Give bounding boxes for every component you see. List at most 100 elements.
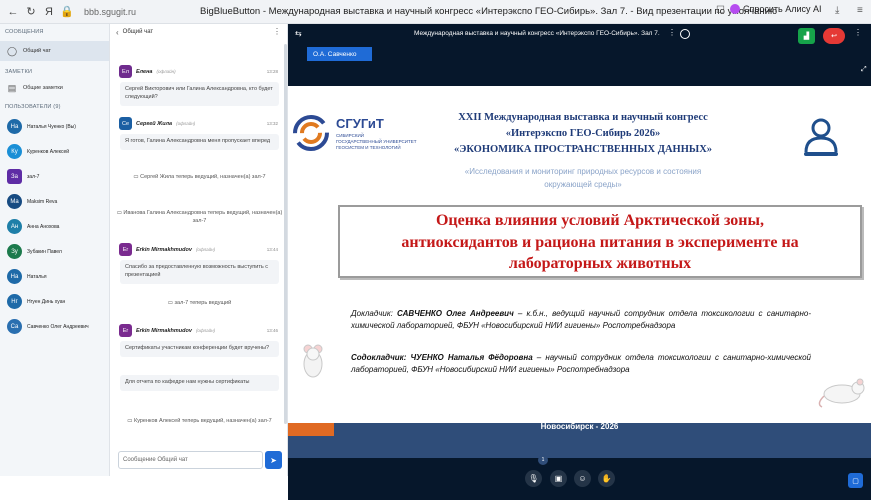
yandex-icon[interactable]: Я [40, 6, 58, 18]
message-time: 13:44 [266, 247, 278, 252]
notes-icon: ▤ [7, 82, 17, 93]
avatar: Ку [7, 144, 22, 159]
avatar: Ел [119, 65, 132, 78]
browser-toolbar: ← ↻ Я 🔒 bbb.sgugit.ru BigBlueButton - Ме… [0, 0, 871, 24]
user-name: Зубакин Павел [27, 248, 62, 255]
user-name: зал-7 [27, 173, 40, 180]
user-item[interactable]: На Наталья [0, 264, 109, 289]
user-item[interactable]: За зал-7 [0, 164, 109, 189]
sender-name: Сергей Жила [136, 120, 173, 127]
chat-message-input[interactable]: Сообщение Общий чат [118, 451, 263, 469]
raise-hand-button[interactable]: ✋ [598, 470, 615, 487]
chat-message-header: Er Erkin Mirmakhmudov (офлайн) 13:46 [119, 324, 284, 337]
chat-message: Сертификаты участникам конференции будет… [120, 341, 279, 357]
avatar: Се [119, 117, 132, 130]
message-time: 13:28 [266, 69, 278, 74]
sidebar-item-public-chat[interactable]: ◯ Общий чат [0, 41, 109, 61]
avatar: Зу [7, 244, 22, 259]
refresh-icon[interactable]: ↻ [22, 5, 40, 18]
menu-icon[interactable]: ≡ [857, 5, 863, 16]
more-options-icon[interactable]: ⋮ [668, 28, 676, 37]
action-bar: 1 🎙 ▣ ☺ ✋ ▢ [288, 455, 871, 500]
avatar: За [7, 169, 22, 184]
scrollbar[interactable] [284, 44, 287, 424]
person-icon [804, 118, 838, 156]
avatar: Ан [7, 219, 22, 234]
user-name: Куренков Алексей [27, 148, 70, 155]
offline-status: (офлайн) [195, 247, 216, 252]
recording-icon[interactable] [680, 29, 690, 39]
university-sub: ГОСУДАРСТВЕННЫЙ УНИВЕРСИТЕТ [336, 139, 417, 144]
avatar: Нг [7, 294, 22, 309]
user-name: Наталья Чуенко (Вы) [27, 123, 76, 130]
chat-message-header: Er Erkin Mirmakhmudov (офлайн) 13:44 [119, 243, 284, 256]
alisa-button[interactable]: Спросить Алису AI [730, 4, 822, 14]
user-item[interactable]: Зу Зубакин Павел [0, 239, 109, 264]
meeting-title: Международная выставка и научный конгрес… [414, 30, 660, 37]
send-button[interactable]: ➤ [265, 451, 282, 469]
chevron-left-icon[interactable]: ‹ [116, 28, 119, 37]
coauthor-info: Содокладчик: ЧУЕНКО Наталья Фёдоровна – … [351, 353, 811, 375]
bookmark-icon[interactable]: ☐ [716, 5, 725, 16]
monitor-icon: ▭ [127, 418, 134, 424]
university-sub: ГЕОСИСТЕМ И ТЕХНОЛОГИЙ [336, 145, 401, 150]
offline-status: (офлайн) [176, 121, 196, 126]
camera-button[interactable]: ▣ [550, 470, 567, 487]
chat-message-header: Ел Елена (офлайн) 13:28 [119, 65, 284, 78]
lab-mouse-icon [303, 344, 323, 378]
more-options-icon[interactable]: ⋮ [273, 27, 281, 36]
sidebar-item-label: Общие заметки [23, 85, 63, 91]
system-message: ▭ зал-7 теперь ведущий [167, 300, 232, 306]
address-bar[interactable]: bbb.sgugit.ru [84, 7, 136, 17]
avatar: Er [119, 324, 132, 337]
slide-number: 1 [538, 455, 548, 465]
avatar: Er [119, 243, 132, 256]
camera-icon: ▣ [554, 474, 563, 483]
avatar: На [7, 119, 22, 134]
lab-mouse-icon [818, 378, 865, 408]
system-message: ▭ Иванова Галина Александровна теперь ве… [116, 210, 283, 224]
back-icon[interactable]: ← [4, 6, 22, 18]
chat-toggle-button[interactable]: ▢ [848, 473, 863, 488]
user-name: Савченко Олег Андреевич [27, 323, 89, 330]
connection-status-icon[interactable]: ▟ [798, 28, 815, 44]
user-item[interactable]: Ан Анна Анохова [0, 214, 109, 239]
sender-name: Елена [136, 68, 153, 75]
system-message: ▭ Куренков Алексей теперь ведущий, назна… [127, 418, 272, 424]
user-name: Анна Анохова [27, 223, 60, 230]
send-icon: ➤ [270, 455, 277, 465]
user-item[interactable]: Нг Нгуен Динь хуан [0, 289, 109, 314]
reactions-button[interactable]: ☺ [574, 470, 591, 487]
university-sub: СИБИРСКИЙ [336, 133, 364, 138]
avatar: Са [7, 319, 22, 334]
conference-heading: XXII Международная выставка и научный ко… [458, 112, 708, 123]
window-title: BigBlueButton - Международная выставка и… [200, 6, 778, 17]
speaker-info: Докладчик: САВЧЕНКО Олег Андреевич – к.б… [351, 309, 811, 331]
chat-title: Общий чат [122, 29, 154, 35]
fullscreen-icon[interactable]: ⤢ [861, 66, 867, 74]
presenter-badge: О.А. Савченко [307, 47, 372, 61]
message-time: 13:32 [266, 121, 278, 126]
sender-name: Erkin Mirmakhmudov [136, 327, 192, 334]
sidebar-item-shared-notes[interactable]: ▤ Общие заметки [0, 78, 109, 98]
notes-section-title: ЗАМЕТКИ [5, 69, 33, 75]
user-name: Наталья [27, 273, 47, 280]
user-item[interactable]: Ку Куренков Алексей [0, 139, 109, 164]
toggle-sidebar-icon[interactable]: ⇆ [295, 29, 302, 38]
leave-button[interactable]: ↩ [823, 28, 845, 44]
user-item[interactable]: Ma Maksim Reva [0, 189, 109, 214]
presentation-stage: ⇆ Международная выставка и научный конгр… [288, 24, 871, 500]
slide-footer-text: Новосибирск - 2026 [540, 422, 619, 431]
options-menu-icon[interactable]: ⋮ [854, 28, 862, 37]
user-item[interactable]: Са Савченко Олег Андреевич [0, 314, 109, 339]
chat-message-header: Се Сергей Жила (офлайн) 13:32 [119, 117, 284, 130]
download-icon[interactable]: ⤓ [835, 5, 839, 16]
university-name: СГУГиТ [336, 116, 384, 131]
user-list: На Наталья Чуенко (Вы) Ку Куренков Алексей… [0, 114, 109, 339]
alisa-icon [730, 4, 740, 14]
chat-header: ‹ Общий чат [110, 24, 287, 40]
section-subtitle: «Исследования и мониторинг природных рес… [464, 167, 702, 176]
user-name: Нгуен Динь хуан [27, 298, 66, 305]
microphone-button[interactable]: 🎙 [525, 470, 542, 487]
user-item[interactable]: На Наталья Чуенко (Вы) [0, 114, 109, 139]
